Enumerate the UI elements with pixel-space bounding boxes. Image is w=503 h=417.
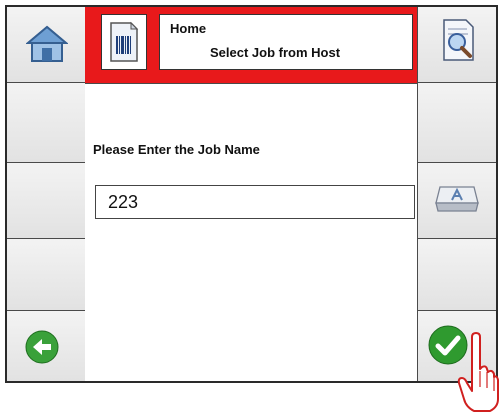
home-icon — [26, 25, 68, 62]
page-subtitle: Select Job from Host — [210, 45, 341, 60]
right-empty-button-1[interactable] — [418, 83, 496, 163]
left-empty-button-2[interactable] — [7, 163, 85, 239]
header-bar: Home Select Job from Host — [85, 7, 432, 84]
barcode-document-icon — [110, 21, 139, 62]
page-title: Home — [170, 21, 207, 36]
keyboard-key-icon — [435, 186, 479, 212]
title-box: Home Select Job from Host — [159, 14, 413, 70]
job-name-prompt: Please Enter the Job Name — [93, 142, 260, 157]
back-button[interactable] — [7, 311, 85, 381]
browse-jobs-button[interactable] — [418, 7, 496, 83]
app-frame: Home Select Job from Host Please Enter t… — [5, 5, 498, 383]
hand-pointer-icon — [457, 332, 499, 412]
left-empty-button-1[interactable] — [7, 83, 85, 163]
back-arrow-icon — [25, 330, 59, 364]
right-button-column — [417, 7, 496, 381]
job-name-input[interactable] — [95, 185, 415, 219]
search-document-icon — [443, 19, 474, 61]
left-empty-button-3[interactable] — [7, 239, 85, 311]
job-document-button[interactable] — [101, 14, 147, 70]
left-button-column — [7, 7, 86, 381]
right-empty-button-2[interactable] — [418, 239, 496, 311]
main-content: Please Enter the Job Name — [85, 84, 432, 381]
home-button[interactable] — [7, 7, 85, 83]
keyboard-button[interactable] — [418, 163, 496, 239]
